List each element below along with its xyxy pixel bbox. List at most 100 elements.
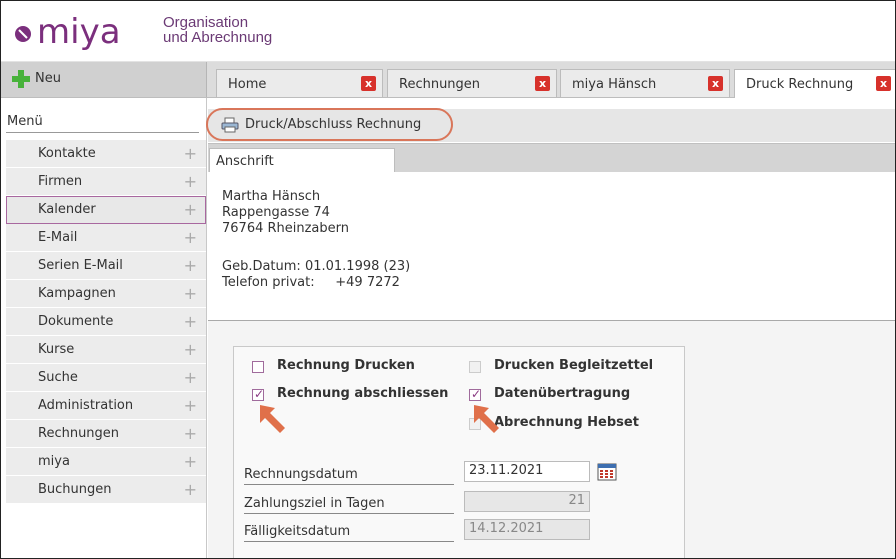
due-date-input[interactable]: 14.12.2021 bbox=[464, 519, 590, 540]
section-tab-bar: Anschrift bbox=[208, 143, 895, 174]
sidebar-item-label: E-Mail bbox=[38, 230, 78, 245]
sidebar-item-rechnungen[interactable]: Rechnungen + bbox=[6, 420, 206, 448]
print-options-area: Rechnung Drucken ✓ Rechnung abschliessen… bbox=[208, 321, 895, 558]
sidebar-item-firmen[interactable]: Firmen + bbox=[6, 168, 206, 196]
expand-icon[interactable]: + bbox=[184, 452, 197, 471]
sidebar-item-label: Buchungen bbox=[38, 482, 112, 497]
expand-icon[interactable]: + bbox=[184, 284, 197, 303]
tab-label: miya Hänsch bbox=[572, 77, 657, 92]
close-icon[interactable]: x bbox=[361, 76, 376, 91]
data-transfer-checkbox[interactable]: ✓ bbox=[469, 387, 482, 401]
app-header: miya Organisation und Abrechnung bbox=[1, 1, 895, 62]
expand-icon[interactable]: + bbox=[184, 424, 197, 443]
contact-city: 76764 Rheinzabern bbox=[222, 221, 350, 236]
sidebar: Menü Kontakte + Firmen + Kalender + E-Mail +… bbox=[1, 98, 207, 558]
expand-icon[interactable]: + bbox=[184, 312, 197, 331]
print-close-invoice-button[interactable]: Druck/Abschluss Rechnung bbox=[206, 108, 470, 142]
field-divider bbox=[244, 513, 454, 514]
sidebar-item-label: Kurse bbox=[38, 342, 75, 357]
sidebar-item-kontakte[interactable]: Kontakte + bbox=[6, 140, 206, 168]
sidebar-item-serien-email[interactable]: Serien E-Mail + bbox=[6, 252, 206, 280]
expand-icon[interactable]: + bbox=[184, 256, 197, 275]
tab-label: Druck Rechnung bbox=[746, 77, 854, 92]
highlight-ellipse bbox=[206, 108, 453, 141]
annotation-arrow-icon bbox=[474, 405, 499, 433]
tab-bar: Neu Home x Rechnungen x miya Hänsch x Dr… bbox=[1, 62, 895, 98]
print-slip-label: Drucken Begleitzettel bbox=[494, 358, 654, 373]
tab-label: Home bbox=[228, 77, 267, 92]
print-invoice-checkbox[interactable] bbox=[252, 361, 264, 373]
close-icon[interactable]: x bbox=[535, 76, 550, 91]
action-toolbar: Druck/Abschluss Rechnung bbox=[206, 108, 895, 142]
checkmark-icon: ✓ bbox=[254, 387, 265, 401]
sidebar-item-buchungen[interactable]: Buchungen + bbox=[6, 476, 206, 504]
app-window: miya Organisation und Abrechnung Neu Hom… bbox=[0, 0, 896, 559]
checkmark-icon: ✓ bbox=[471, 387, 482, 401]
sidebar-item-kalender[interactable]: Kalender + bbox=[6, 196, 206, 224]
sidebar-item-label: Kampagnen bbox=[38, 286, 116, 301]
sidebar-item-label: Firmen bbox=[38, 174, 83, 189]
sidebar-item-label: Administration bbox=[38, 398, 134, 413]
invoice-date-label: Rechnungsdatum bbox=[244, 467, 358, 482]
sidebar-item-miya[interactable]: miya + bbox=[6, 448, 206, 476]
due-date-label: Fälligkeitsdatum bbox=[244, 524, 351, 539]
close-icon[interactable]: x bbox=[876, 76, 891, 91]
tab-miya-haensch[interactable]: miya Hänsch x bbox=[560, 69, 730, 97]
sidebar-item-administration[interactable]: Administration + bbox=[6, 392, 206, 420]
tab-druck-rechnung[interactable]: Druck Rechnung x bbox=[734, 69, 895, 98]
contact-birthdate: Geb.Datum: 01.01.1998 (23) bbox=[222, 259, 411, 274]
sidebar-item-label: Suche bbox=[38, 370, 78, 385]
sidebar-item-label: Dokumente bbox=[38, 314, 114, 329]
contact-name: Martha Hänsch bbox=[222, 189, 321, 204]
tab-anschrift[interactable]: Anschrift bbox=[209, 148, 395, 174]
print-slip-checkbox[interactable] bbox=[469, 361, 481, 373]
sidebar-item-dokumente[interactable]: Dokumente + bbox=[6, 308, 206, 336]
sidebar-item-label: Serien E-Mail bbox=[38, 258, 123, 273]
field-divider bbox=[244, 484, 454, 485]
tab-rechnungen[interactable]: Rechnungen x bbox=[387, 69, 557, 97]
sidebar-menu: Kontakte + Firmen + Kalender + E-Mail + Seri… bbox=[6, 140, 206, 504]
org-title: Organisation und Abrechnung bbox=[163, 15, 272, 45]
billing-hebset-label: Abrechnung Hebset bbox=[494, 415, 639, 430]
tab-label: Rechnungen bbox=[399, 77, 481, 92]
field-divider bbox=[244, 541, 454, 542]
sidebar-item-label: Kalender bbox=[38, 202, 96, 217]
tab-home[interactable]: Home x bbox=[216, 69, 383, 97]
tab-anschrift-label: Anschrift bbox=[216, 154, 274, 169]
new-button[interactable]: Neu bbox=[1, 62, 207, 97]
expand-icon[interactable]: + bbox=[184, 368, 197, 387]
close-invoice-checkbox[interactable]: ✓ bbox=[252, 387, 265, 401]
sidebar-item-label: Rechnungen bbox=[38, 426, 120, 441]
expand-icon[interactable]: + bbox=[184, 228, 197, 247]
address-panel: Martha Hänsch Rappengasse 74 76764 Rhein… bbox=[208, 172, 895, 321]
calendar-icon[interactable] bbox=[597, 461, 617, 481]
expand-icon[interactable]: + bbox=[184, 200, 197, 219]
sidebar-item-label: miya bbox=[38, 454, 70, 469]
contact-street: Rappengasse 74 bbox=[222, 205, 330, 220]
print-invoice-label: Rechnung Drucken bbox=[277, 358, 415, 373]
data-transfer-label: Datenübertragung bbox=[494, 386, 631, 401]
svg-text:miya: miya bbox=[37, 12, 121, 52]
org-title-line1: Organisation bbox=[163, 14, 249, 31]
expand-icon[interactable]: + bbox=[184, 396, 197, 415]
menu-title: Menü bbox=[7, 114, 43, 129]
annotation-arrow-icon bbox=[260, 405, 285, 433]
print-options-panel: Rechnung Drucken ✓ Rechnung abschliessen… bbox=[233, 346, 685, 558]
sidebar-item-label: Kontakte bbox=[38, 146, 96, 161]
sidebar-item-suche[interactable]: Suche + bbox=[6, 364, 206, 392]
expand-icon[interactable]: + bbox=[184, 144, 197, 163]
org-title-line2: und Abrechnung bbox=[163, 29, 273, 46]
expand-icon[interactable]: + bbox=[184, 172, 197, 191]
sidebar-item-kurse[interactable]: Kurse + bbox=[6, 336, 206, 364]
payment-days-input[interactable]: 21 bbox=[464, 491, 590, 512]
invoice-date-input[interactable]: 23.11.2021 bbox=[464, 461, 590, 482]
menu-divider bbox=[6, 132, 199, 133]
miya-logo: miya bbox=[15, 12, 121, 52]
new-button-label: Neu bbox=[35, 71, 61, 86]
close-invoice-label: Rechnung abschliessen bbox=[277, 386, 449, 401]
expand-icon[interactable]: + bbox=[184, 480, 197, 499]
sidebar-item-kampagnen[interactable]: Kampagnen + bbox=[6, 280, 206, 308]
sidebar-item-email[interactable]: E-Mail + bbox=[6, 224, 206, 252]
close-icon[interactable]: x bbox=[708, 76, 723, 91]
expand-icon[interactable]: + bbox=[184, 340, 197, 359]
